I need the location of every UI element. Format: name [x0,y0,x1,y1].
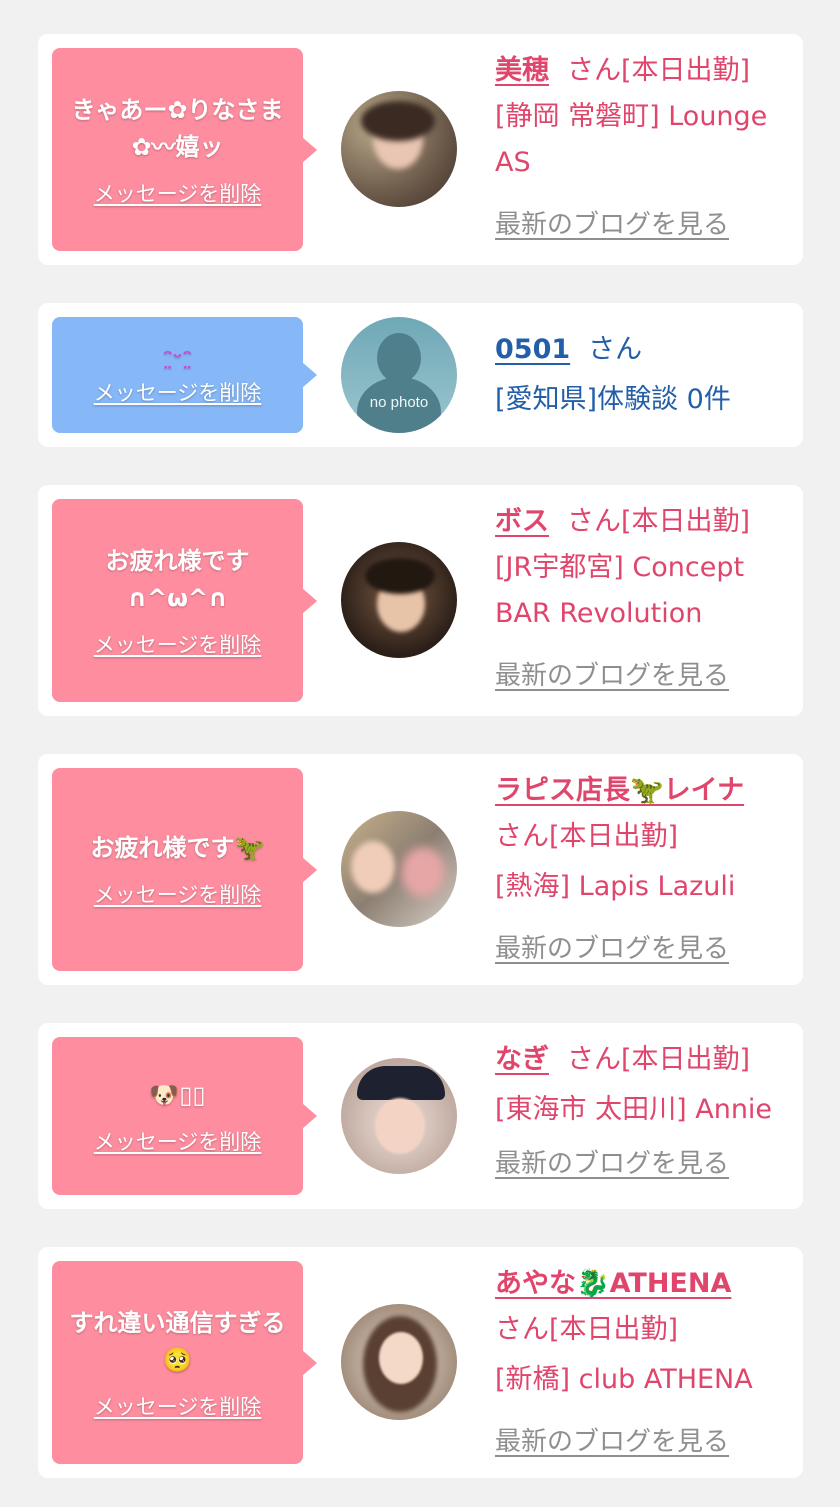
message-card: 🐶▯▯ メッセージを削除 なぎ さん[本日出勤] [東海市 太田川] Annie … [38,1023,803,1209]
message-bubble: きゃあー✿りなさま✿〰嬉ッ メッセージを削除 [52,48,317,251]
user-info: ラピス店長🦖レイナ さん[本日出勤] [熱海] Lapis Lazuli 最新の… [495,768,795,972]
delete-message-link[interactable]: メッセージを削除 [94,629,262,659]
shop-name: [東海市 太田川] Annie [495,1094,773,1125]
user-name-link[interactable]: 0501 [495,334,570,365]
delete-message-link[interactable]: メッセージを削除 [94,377,262,407]
message-bubble: ᵔ̤ᵕᵔ̤ メッセージを削除 [52,317,317,433]
user-info: ボス さん[本日出勤] [JR宇都宮] Concept BAR Revolutio… [495,499,795,699]
message-card: お疲れ様です🦖 メッセージを削除 ラピス店長🦖レイナ さん[本日出勤] [熱海]… [38,754,803,985]
message-card: ᵔ̤ᵕᵔ̤ メッセージを削除 no photo 0501 さん [愛知県]体験談 … [38,303,803,447]
message-card: きゃあー✿りなさま✿〰嬉ッ メッセージを削除 美穂 さん[本日出勤] [静岡 常磐… [38,34,803,265]
message-bubble: お疲れ様です🦖 メッセージを削除 [52,768,317,971]
user-status: さん[本日出勤] [567,55,751,86]
message-bubble: お疲れ様です ∩^ω^∩ メッセージを削除 [52,499,317,702]
delete-message-link[interactable]: メッセージを削除 [94,1126,262,1156]
user-name-link[interactable]: ラピス店長🦖レイナ [495,775,744,806]
message-text: お疲れ様です🦖 [90,834,265,862]
user-status: さん [588,334,643,365]
user-name-link[interactable]: なぎ [495,1044,549,1075]
user-info: 美穂 さん[本日出勤] [静岡 常磐町] Lounge AS 最新のブログを見る [495,48,795,248]
avatar[interactable] [341,811,457,927]
shop-name: [静岡 常磐町] Lounge AS [495,101,768,178]
delete-message-link[interactable]: メッセージを削除 [94,178,262,208]
user-info: 0501 さん [愛知県]体験談 0件 [495,327,795,423]
latest-blog-link[interactable]: 最新のブログを見る [495,1141,729,1187]
message-bubble: 🐶▯▯ メッセージを削除 [52,1037,317,1195]
avatar[interactable] [341,1304,457,1420]
user-name-link[interactable]: ボス [495,506,549,537]
message-text: 🐶▯▯ [149,1080,206,1109]
message-card: すれ違い通信すぎる🥺 メッセージを削除 あやな🐉ATHENA さん[本日出勤] … [38,1247,803,1478]
shop-name: [熱海] Lapis Lazuli [495,871,736,902]
latest-blog-link[interactable]: 最新のブログを見る [495,926,729,972]
avatar[interactable] [341,1058,457,1174]
delete-message-link[interactable]: メッセージを削除 [94,879,262,909]
avatar[interactable] [341,91,457,207]
delete-message-link[interactable]: メッセージを削除 [94,1391,262,1421]
user-name-link[interactable]: 美穂 [495,55,549,86]
no-photo-label: no photo [369,394,429,411]
latest-blog-link[interactable]: 最新のブログを見る [495,653,729,699]
user-status: さん[本日出勤] [567,1044,751,1075]
message-card: お疲れ様です ∩^ω^∩ メッセージを削除 ボス さん[本日出勤] [JR宇都宮]… [38,485,803,716]
user-info: なぎ さん[本日出勤] [東海市 太田川] Annie 最新のブログを見る [495,1037,795,1187]
shop-name: [愛知県]体験談 0件 [495,384,731,415]
user-info: あやな🐉ATHENA さん[本日出勤] [新橋] club ATHENA 最新の… [495,1261,795,1465]
message-text: きゃあー✿りなさま✿〰嬉ッ [71,95,284,161]
silhouette-icon [377,333,421,383]
message-text: ᵔ̤ᵕᵔ̤ [162,345,193,369]
user-name-link[interactable]: あやな🐉ATHENA [495,1268,731,1299]
latest-blog-link[interactable]: 最新のブログを見る [495,202,729,248]
message-text: すれ違い通信すぎる🥺 [69,1308,286,1374]
user-status: さん[本日出勤] [495,821,679,852]
user-status: さん[本日出勤] [567,506,751,537]
latest-blog-link[interactable]: 最新のブログを見る [495,1419,729,1465]
message-bubble: すれ違い通信すぎる🥺 メッセージを削除 [52,1261,317,1464]
no-photo-avatar[interactable]: no photo [341,317,457,433]
message-text: お疲れ様です ∩^ω^∩ [105,546,250,612]
shop-name: [JR宇都宮] Concept BAR Revolution [495,552,745,629]
shop-name: [新橋] club ATHENA [495,1364,753,1395]
avatar[interactable] [341,542,457,658]
user-status: さん[本日出勤] [495,1314,679,1345]
